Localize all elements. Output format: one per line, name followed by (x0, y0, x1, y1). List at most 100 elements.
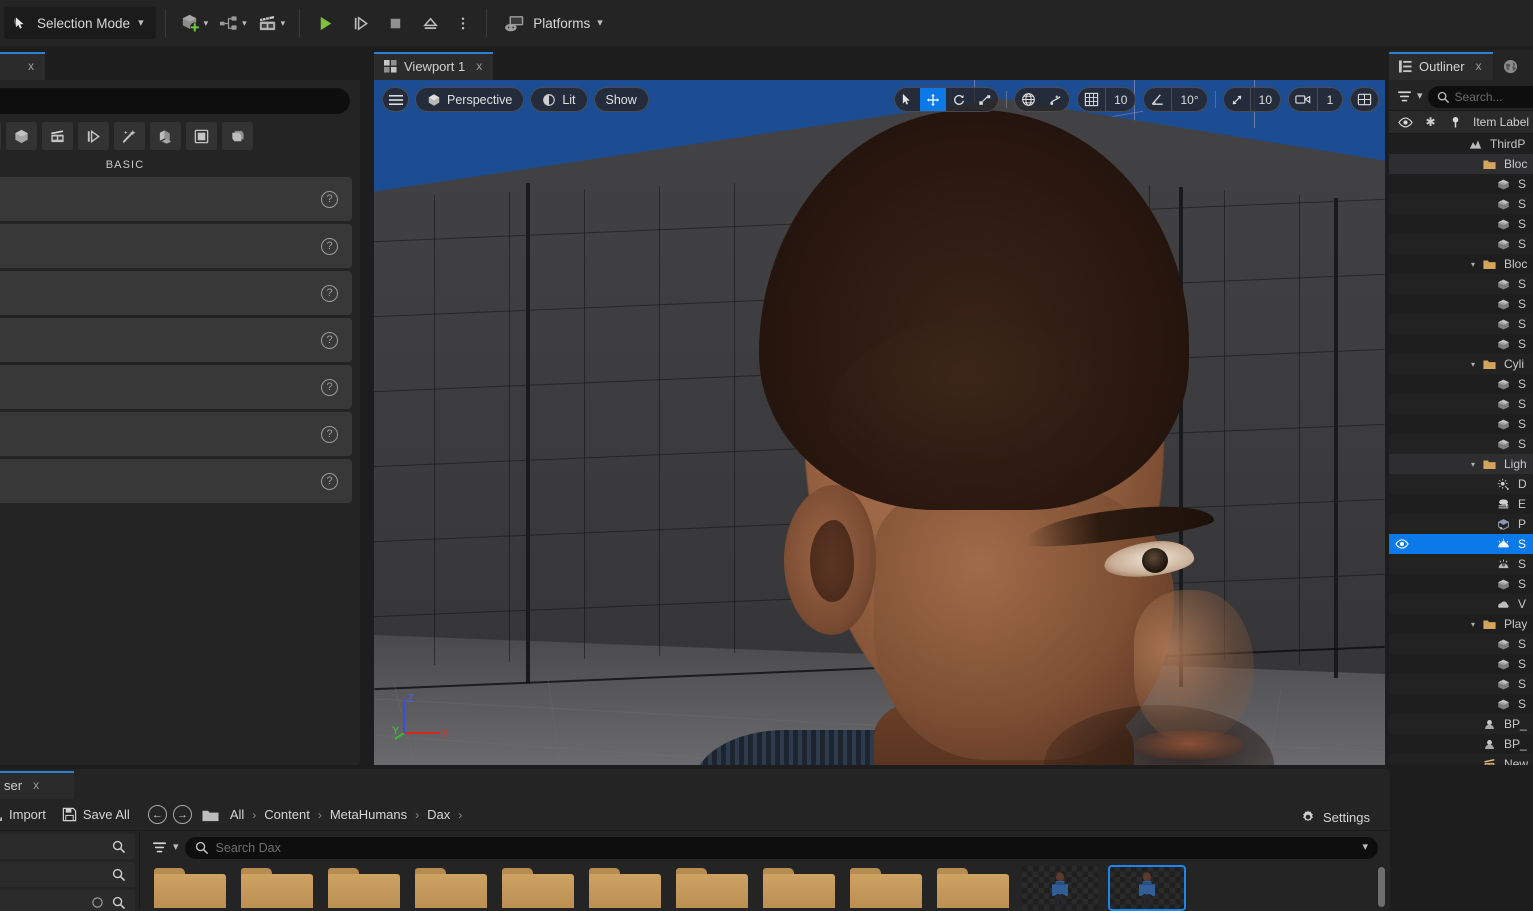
import-button[interactable]: Import (0, 803, 54, 826)
outliner-row[interactable]: BP_ (1389, 714, 1533, 734)
filter-icon[interactable] (1397, 90, 1412, 103)
nav-forward-button[interactable]: → (173, 805, 192, 824)
column-item-label[interactable]: Item Label (1468, 115, 1529, 129)
outliner-row[interactable]: S (1389, 674, 1533, 694)
content-browser-sources-panel[interactable] (0, 831, 140, 910)
outliner-row[interactable]: S (1389, 694, 1533, 714)
folder-tile[interactable] (587, 866, 663, 910)
viewport-render-area[interactable]: Perspective Lit Show (374, 80, 1385, 765)
place-actor-item[interactable]: r Start? (0, 365, 352, 409)
breadcrumb-item[interactable]: All (225, 804, 249, 825)
place-actor-item[interactable]: ? (0, 271, 352, 315)
place-actor-item[interactable]: Light? (0, 318, 352, 362)
place-actor-item[interactable]: er Box? (0, 412, 352, 456)
asterisk-icon[interactable]: ✱ (1418, 115, 1443, 129)
help-icon[interactable]: ? (321, 285, 338, 302)
sources-row[interactable] (0, 890, 135, 911)
help-icon[interactable]: ? (321, 191, 338, 208)
angle-snap-value[interactable]: 10° (1171, 87, 1206, 112)
platforms-button[interactable]: Platforms ▾ (496, 10, 611, 37)
help-icon[interactable]: ? (321, 473, 338, 490)
show-flags-button[interactable]: Show (594, 87, 649, 112)
breadcrumb-item[interactable]: MetaHumans (325, 804, 412, 825)
place-actor-item[interactable]: er Sphere? (0, 459, 352, 503)
asset-view-scrollbar[interactable] (1378, 867, 1385, 907)
category-visual-effects[interactable] (78, 122, 109, 150)
viewport-options-button[interactable] (382, 87, 409, 112)
outliner-row[interactable]: S (1389, 274, 1533, 294)
row-expand-twisty[interactable]: ▾ (1471, 360, 1483, 369)
folder-tile[interactable] (848, 866, 924, 910)
tab-viewport-1[interactable]: Viewport 1 x (374, 52, 493, 80)
asset-tile[interactable] (1022, 866, 1098, 910)
outliner-row[interactable]: ▾Bloc (1389, 254, 1533, 274)
outliner-row[interactable]: S (1389, 194, 1533, 214)
help-icon[interactable]: ? (321, 238, 338, 255)
category-shapes[interactable] (6, 122, 37, 150)
row-expand-twisty[interactable]: ▾ (1471, 460, 1483, 469)
selection-mode-button[interactable]: Selection Mode ▾ (4, 7, 156, 39)
outliner-row[interactable]: D (1389, 474, 1533, 494)
close-icon[interactable]: x (476, 59, 482, 73)
row-expand-twisty[interactable]: ▾ (1471, 620, 1483, 629)
chevron-down-icon[interactable]: ▾ (597, 18, 603, 29)
outliner-row[interactable]: New (1389, 754, 1533, 765)
world-coordinates-button[interactable] (1015, 87, 1042, 112)
sort-arrow-icon[interactable]: ◀ (1529, 117, 1533, 128)
outliner-row[interactable]: S (1389, 574, 1533, 594)
move-tool-button[interactable] (920, 87, 946, 112)
folder-tile[interactable] (500, 866, 576, 910)
outliner-row[interactable]: S (1389, 414, 1533, 434)
category-geometry[interactable] (150, 122, 181, 150)
outliner-row[interactable]: S (1389, 174, 1533, 194)
breadcrumb-item[interactable]: Dax (422, 804, 455, 825)
outliner-row[interactable]: S (1389, 294, 1533, 314)
scale-snap-toggle[interactable] (1224, 87, 1250, 112)
eject-button[interactable] (414, 10, 447, 37)
row-visibility-toggle[interactable] (1389, 539, 1415, 549)
play-options-button[interactable] (449, 10, 477, 37)
outliner-search-input[interactable]: Search... (1428, 86, 1533, 108)
place-actor-item[interactable]: cter? (0, 224, 352, 268)
close-icon[interactable]: x (1476, 59, 1482, 73)
outliner-row[interactable]: ThirdP (1389, 134, 1533, 154)
outliner-row[interactable]: S (1389, 334, 1533, 354)
help-icon[interactable]: ? (321, 332, 338, 349)
close-icon[interactable]: x (28, 59, 34, 73)
outliner-row[interactable]: S (1389, 234, 1533, 254)
breadcrumb-item[interactable]: Content (259, 804, 315, 825)
folder-tile[interactable] (413, 866, 489, 910)
row-expand-twisty[interactable]: ▾ (1471, 260, 1483, 269)
tab-place-actors[interactable]: x (0, 52, 45, 80)
outliner-row[interactable]: ▾Cyli (1389, 354, 1533, 374)
outliner-row[interactable]: Bloc (1389, 154, 1533, 174)
search-icon[interactable] (112, 868, 125, 881)
outliner-row[interactable]: S (1389, 654, 1533, 674)
category-cinematic[interactable] (42, 122, 73, 150)
tab-world-settings[interactable] (1495, 52, 1526, 80)
folder-tile[interactable] (761, 866, 837, 910)
outliner-row[interactable]: ▾Ligh (1389, 454, 1533, 474)
play-button[interactable] (309, 10, 342, 37)
grid-snap-toggle[interactable] (1078, 87, 1105, 112)
blueprints-button[interactable]: ▾ (213, 9, 252, 38)
outliner-row[interactable]: ▾Play (1389, 614, 1533, 634)
stop-button[interactable] (379, 10, 412, 37)
outliner-row[interactable]: V (1389, 594, 1533, 614)
outliner-row[interactable]: S (1389, 214, 1533, 234)
sources-row[interactable] (0, 834, 135, 859)
asset-tile[interactable] (1109, 866, 1185, 910)
camera-speed-toggle[interactable] (1289, 87, 1317, 112)
place-actor-item[interactable]: ? (0, 177, 352, 221)
outliner-row[interactable]: S (1389, 314, 1533, 334)
category-effects[interactable] (114, 122, 145, 150)
surface-snap-button[interactable] (1042, 87, 1069, 112)
folder-tile[interactable] (674, 866, 750, 910)
save-all-button[interactable]: Save All (54, 803, 138, 826)
pin-icon[interactable] (1443, 116, 1468, 129)
outliner-row[interactable]: S (1389, 554, 1533, 574)
folder-tile[interactable] (239, 866, 315, 910)
close-icon[interactable]: x (33, 778, 39, 792)
cinematics-button[interactable]: ▾ (252, 9, 291, 38)
chevron-down-icon[interactable]: ▾ (204, 19, 209, 28)
